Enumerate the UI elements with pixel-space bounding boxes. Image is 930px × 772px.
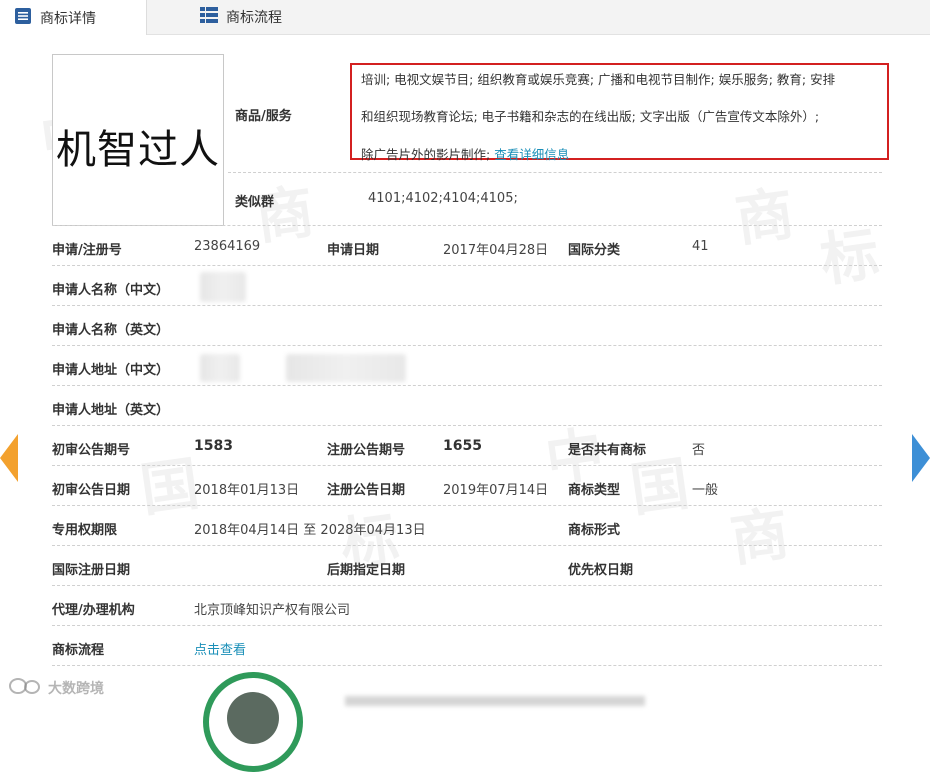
prelim-no-label: 初审公告期号 xyxy=(52,443,131,458)
flow-view-link[interactable]: 点击查看 xyxy=(194,639,246,658)
goods-services-box: 培训; 电视文娱节目; 组织教育或娱乐竞赛; 广播和电视节目制作; 娱乐服务; … xyxy=(350,63,889,162)
divider xyxy=(52,585,882,586)
footer-watermark: 大数跨境 xyxy=(8,677,104,699)
intl-class-label: 国际分类 xyxy=(568,243,621,258)
app-date-value: 2017年04月28日 xyxy=(443,243,549,258)
divider xyxy=(52,505,882,506)
reg-pub-no-label: 注册公告期号 xyxy=(327,443,406,458)
watermark-char: 商 xyxy=(731,179,799,255)
tab-process[interactable]: 商标流程 xyxy=(194,0,282,34)
tab-bar: 商标详情 商标流程 xyxy=(0,0,930,35)
divider xyxy=(52,465,882,466)
next-arrow-icon[interactable] xyxy=(912,434,930,482)
prelim-no-value: 1583 xyxy=(194,438,233,454)
agent-label: 代理/办理机构 xyxy=(52,603,135,618)
address-cn-label: 申请人地址（中文） xyxy=(52,363,170,378)
applicant-cn-label: 申请人名称（中文） xyxy=(52,283,170,298)
flow-label: 商标流程 xyxy=(52,643,105,658)
agent-value: 北京顶峰知识产权有限公司 xyxy=(194,603,351,618)
applicant-en-label: 申请人名称（英文） xyxy=(52,323,170,338)
intl-reg-date-label: 国际注册日期 xyxy=(52,563,131,578)
similar-group-label: 类似群 xyxy=(235,195,275,210)
shared-label: 是否共有商标 xyxy=(568,443,647,458)
list-icon xyxy=(200,7,218,27)
prelim-date-label: 初审公告日期 xyxy=(52,483,131,498)
divider xyxy=(52,625,882,626)
tab-process-label: 商标流程 xyxy=(226,10,282,26)
similar-group-value: 4101;4102;4104;4105; xyxy=(368,191,518,206)
exclusive-period-label: 专用权期限 xyxy=(52,523,118,538)
later-designation-label: 后期指定日期 xyxy=(327,563,406,578)
wechat-logo-icon xyxy=(8,677,42,699)
view-details-link[interactable]: 查看详细信息 xyxy=(494,147,569,162)
redacted-applicant-name xyxy=(200,272,246,302)
goods-line-3: 除广告片外的影片制作; 查看详细信息 xyxy=(361,147,570,162)
divider xyxy=(52,265,882,266)
tm-form-label: 商标形式 xyxy=(568,523,621,538)
divider xyxy=(52,385,882,386)
tab-details[interactable]: 商标详情 xyxy=(0,0,147,35)
reg-pub-date-value: 2019年07月14日 xyxy=(443,483,549,498)
trademark-image-text: 机智过人 xyxy=(56,127,220,173)
reg-pub-no-value: 1655 xyxy=(443,438,482,454)
seal-icon xyxy=(203,672,303,772)
divider xyxy=(52,545,882,546)
trademark-image: 机智过人 xyxy=(52,54,224,226)
divider xyxy=(52,305,882,306)
priority-date-label: 优先权日期 xyxy=(568,563,634,578)
tab-details-label: 商标详情 xyxy=(40,10,96,27)
goods-line-1: 培训; 电视文娱节目; 组织教育或娱乐竞赛; 广播和电视节目制作; 娱乐服务; … xyxy=(361,72,836,87)
divider xyxy=(52,665,882,666)
shared-value: 否 xyxy=(692,443,706,458)
document-icon xyxy=(14,7,32,29)
exclusive-period-value: 2018年04月14日 至 2028年04月13日 xyxy=(194,523,426,538)
reg-pub-date-label: 注册公告日期 xyxy=(327,483,406,498)
redacted-address xyxy=(200,354,240,382)
reg-no-value: 23864169 xyxy=(194,239,261,254)
prelim-date-value: 2018年01月13日 xyxy=(194,483,300,498)
footer-watermark-text: 大数跨境 xyxy=(48,681,104,697)
goods-services-label: 商品/服务 xyxy=(235,109,292,124)
divider xyxy=(52,345,882,346)
tm-type-label: 商标类型 xyxy=(568,483,621,498)
goods-line-2: 和组织现场教育论坛; 电子书籍和杂志的在线出版; 文字出版（广告宣传文本除外）; xyxy=(361,109,820,124)
app-date-label: 申请日期 xyxy=(327,243,380,258)
watermark-char: 商 xyxy=(726,499,794,575)
watermark-char: 标 xyxy=(816,219,884,295)
divider xyxy=(228,172,882,173)
divider xyxy=(52,425,882,426)
reg-no-label: 申请/注册号 xyxy=(52,243,122,258)
redacted-address xyxy=(286,354,406,382)
address-en-label: 申请人地址（英文） xyxy=(52,403,170,418)
intl-class-value: 41 xyxy=(692,239,709,254)
redacted-bottom-text xyxy=(345,696,645,706)
divider xyxy=(52,225,882,226)
tm-type-value: 一般 xyxy=(692,483,719,498)
prev-arrow-icon[interactable] xyxy=(0,434,18,482)
